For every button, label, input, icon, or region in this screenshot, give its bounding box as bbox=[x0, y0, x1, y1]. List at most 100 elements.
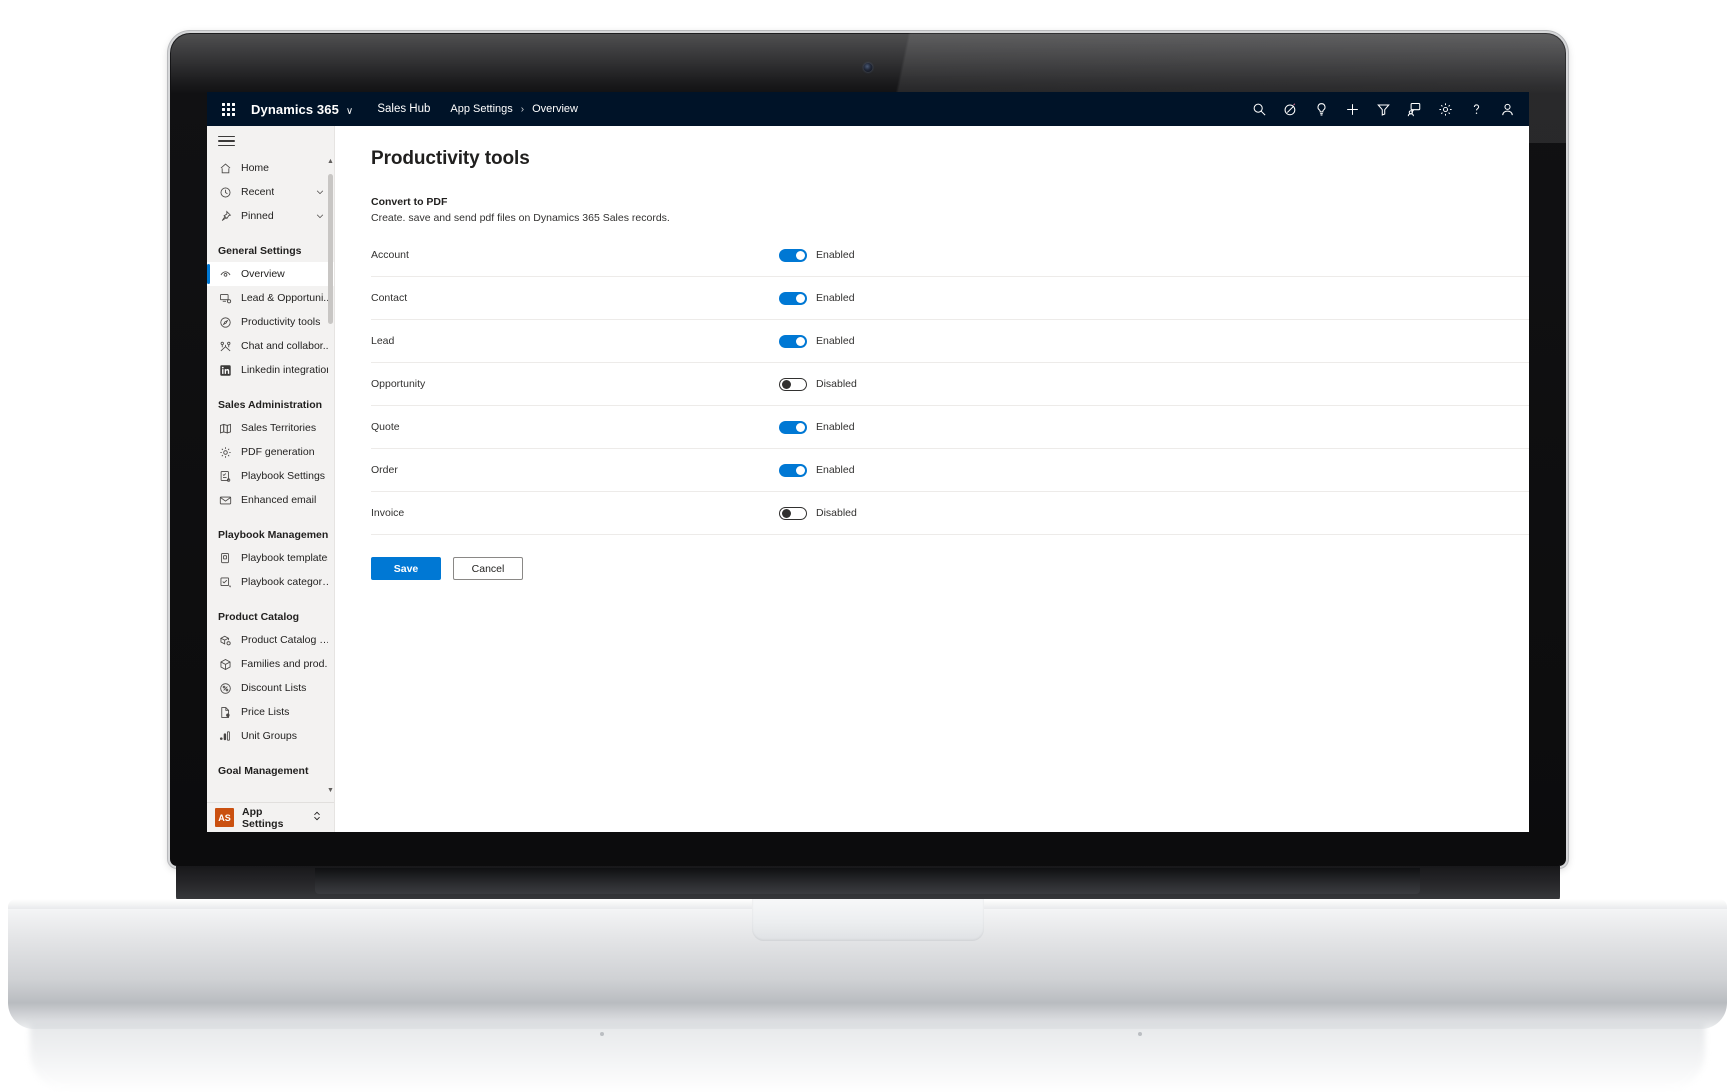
laptop-reflection bbox=[30, 1022, 1705, 1092]
lightbulb-icon[interactable] bbox=[1306, 94, 1337, 124]
sidebar-item-label: Playbook Settings bbox=[241, 470, 325, 482]
filter-icon[interactable] bbox=[1368, 94, 1399, 124]
sidebar-item-families-and-products[interactable]: Families and prod... bbox=[207, 652, 334, 676]
sidebar-item-discount-lists[interactable]: Discount Lists bbox=[207, 676, 334, 700]
sidebar-group-title-sales-administration: Sales Administration bbox=[207, 394, 334, 416]
app-header: Dynamics 365∨ Sales Hub App Settings › O… bbox=[207, 92, 1529, 126]
sidebar-item-label: Enhanced email bbox=[241, 494, 316, 506]
toggle-account[interactable] bbox=[779, 249, 807, 262]
toggle-state-account: Enabled bbox=[816, 249, 855, 261]
template-icon bbox=[218, 551, 232, 565]
sidebar-item-recent[interactable]: Recent bbox=[207, 180, 334, 204]
table-row: Order Enabled bbox=[371, 449, 1529, 492]
sidebar-item-label: Price Lists bbox=[241, 706, 289, 718]
sidebar-item-linkedin-integration[interactable]: Linkedin integration bbox=[207, 358, 334, 382]
sidebar-item-lead-opportunity[interactable]: Lead & Opportuni... bbox=[207, 286, 334, 310]
breadcrumb-item-overview[interactable]: Overview bbox=[532, 103, 578, 115]
scroll-up-arrow-icon[interactable]: ▲ bbox=[327, 157, 334, 166]
sidebar-item-chat-and-collaboration[interactable]: Chat and collabor... bbox=[207, 334, 334, 358]
chevron-down-icon[interactable] bbox=[315, 211, 325, 221]
area-switcher-label: App Settings bbox=[242, 806, 304, 830]
chevron-down-icon[interactable] bbox=[315, 187, 325, 197]
toggle-state-quote: Enabled bbox=[816, 421, 855, 433]
sidebar: Home Recent bbox=[207, 126, 335, 832]
sidebar-item-product-catalog-settings[interactable]: Product Catalog S... bbox=[207, 628, 334, 652]
scroll-down-arrow-icon[interactable]: ▼ bbox=[327, 786, 334, 795]
sidebar-item-label: Playbook categories bbox=[241, 576, 334, 588]
sidebar-item-playbook-categories[interactable]: Playbook categories bbox=[207, 570, 334, 594]
sidebar-item-label: Productivity tools bbox=[241, 316, 320, 328]
chevron-up-down-icon[interactable] bbox=[312, 809, 322, 827]
sidebar-group-title-general-settings: General Settings bbox=[207, 240, 334, 262]
table-row: Quote Enabled bbox=[371, 406, 1529, 449]
toggle-group-account: Enabled bbox=[779, 249, 855, 262]
sidebar-item-label: PDF generation bbox=[241, 446, 315, 458]
table-row: Invoice Disabled bbox=[371, 492, 1529, 535]
price-list-icon bbox=[218, 705, 232, 719]
percent-icon bbox=[218, 681, 232, 695]
user-icon[interactable] bbox=[1492, 94, 1523, 124]
toggle-knob bbox=[796, 423, 805, 432]
app-body: Home Recent bbox=[207, 126, 1529, 832]
linkedin-icon bbox=[218, 363, 232, 377]
sidebar-item-home[interactable]: Home bbox=[207, 156, 334, 180]
row-label-account: Account bbox=[371, 249, 771, 261]
toggle-knob bbox=[782, 509, 791, 518]
sidebar-item-sales-territories[interactable]: Sales Territories bbox=[207, 416, 334, 440]
cancel-button[interactable]: Cancel bbox=[453, 557, 523, 580]
save-button[interactable]: Save bbox=[371, 557, 441, 580]
productivity-icon bbox=[218, 315, 232, 329]
sidebar-scrollbar[interactable]: ▲ ▼ bbox=[328, 160, 333, 792]
toggle-lead[interactable] bbox=[779, 335, 807, 348]
entity-toggle-list: Account Enabled Contact Enabled bbox=[371, 234, 1529, 535]
sidebar-item-unit-groups[interactable]: Unit Groups bbox=[207, 724, 334, 748]
row-label-lead: Lead bbox=[371, 335, 771, 347]
toggle-knob bbox=[796, 466, 805, 475]
breadcrumb-item-app-settings[interactable]: App Settings bbox=[450, 103, 512, 115]
webcam-icon bbox=[864, 63, 873, 72]
toggle-group-quote: Enabled bbox=[779, 421, 855, 434]
toggle-quote[interactable] bbox=[779, 421, 807, 434]
sidebar-item-enhanced-email[interactable]: Enhanced email bbox=[207, 488, 334, 512]
sidebar-item-label: Recent bbox=[241, 186, 274, 198]
area-badge: AS bbox=[215, 808, 234, 827]
sidebar-item-label: Sales Territories bbox=[241, 422, 316, 434]
toggle-opportunity[interactable] bbox=[779, 378, 807, 391]
mail-icon bbox=[218, 493, 232, 507]
toggle-contact[interactable] bbox=[779, 292, 807, 305]
home-icon bbox=[218, 161, 232, 175]
toggle-order[interactable] bbox=[779, 464, 807, 477]
sidebar-item-pinned[interactable]: Pinned bbox=[207, 204, 334, 228]
area-switcher[interactable]: AS App Settings bbox=[207, 802, 334, 832]
sidebar-item-productivity-tools[interactable]: Productivity tools bbox=[207, 310, 334, 334]
sidebar-item-label: Families and prod... bbox=[241, 658, 333, 670]
row-label-contact: Contact bbox=[371, 292, 771, 304]
brand-title[interactable]: Dynamics 365∨ bbox=[251, 102, 353, 117]
app-launcher-icon[interactable] bbox=[215, 96, 241, 122]
plus-icon[interactable] bbox=[1337, 94, 1368, 124]
toggle-knob bbox=[782, 380, 791, 389]
sidebar-item-playbook-settings[interactable]: Playbook Settings bbox=[207, 464, 334, 488]
search-icon[interactable] bbox=[1244, 94, 1275, 124]
toggle-knob bbox=[796, 337, 805, 346]
sidebar-item-playbook-templates[interactable]: Playbook templates bbox=[207, 546, 334, 570]
sidebar-item-label: Discount Lists bbox=[241, 682, 306, 694]
header-icon-bar bbox=[1244, 94, 1523, 124]
sidebar-scroll-area: Home Recent bbox=[207, 156, 334, 802]
section-title: Convert to PDF bbox=[371, 196, 1529, 208]
hamburger-icon[interactable] bbox=[218, 133, 235, 149]
help-icon[interactable] bbox=[1461, 94, 1492, 124]
diagnostics-icon[interactable] bbox=[1275, 94, 1306, 124]
chevron-down-icon[interactable]: ∨ bbox=[346, 106, 353, 117]
row-label-order: Order bbox=[371, 464, 771, 476]
pin-icon bbox=[218, 209, 232, 223]
toggle-invoice[interactable] bbox=[779, 507, 807, 520]
sidebar-item-pdf-generation[interactable]: PDF generation bbox=[207, 440, 334, 464]
scrollbar-thumb[interactable] bbox=[328, 174, 333, 324]
breadcrumb: App Settings › Overview bbox=[450, 103, 578, 115]
sidebar-item-price-lists[interactable]: Price Lists bbox=[207, 700, 334, 724]
assistant-icon[interactable] bbox=[1399, 94, 1430, 124]
sidebar-item-overview[interactable]: Overview bbox=[207, 262, 334, 286]
app-name-label[interactable]: Sales Hub bbox=[377, 103, 430, 115]
gear-icon[interactable] bbox=[1430, 94, 1461, 124]
